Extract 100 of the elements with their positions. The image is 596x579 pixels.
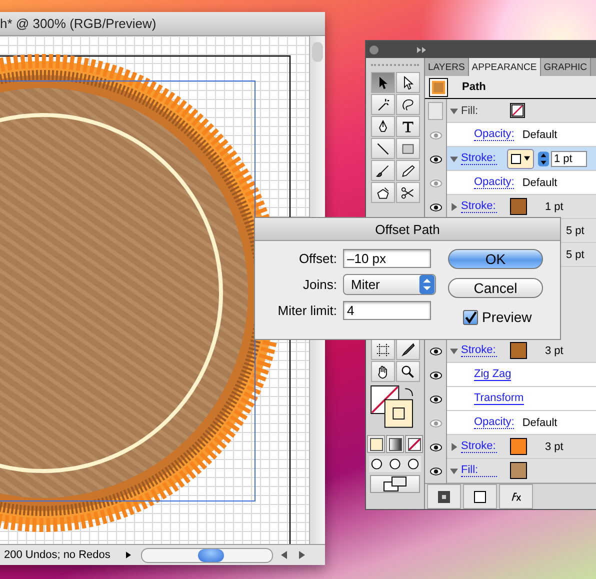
eye-icon[interactable] [430, 370, 442, 380]
appearance-row[interactable]: Opacity: Default [425, 411, 596, 435]
caret-icon[interactable] [524, 156, 530, 161]
stroke-fill-button[interactable] [427, 484, 461, 509]
attribute-label[interactable]: Stroke: [461, 200, 497, 213]
none-mode-icon[interactable] [405, 435, 423, 453]
gradient-mode-icon[interactable] [386, 435, 404, 453]
appearance-row[interactable]: Opacity: Default [425, 123, 596, 147]
tool-button[interactable] [370, 339, 394, 360]
eye-icon[interactable] [430, 154, 442, 164]
tool-button[interactable] [396, 72, 420, 93]
appearance-row[interactable]: Fill: [425, 99, 596, 123]
eye-icon[interactable] [430, 466, 442, 476]
appearance-row[interactable]: Stroke: 3 pt [425, 435, 596, 459]
stroke-weight-value: 1 pt [545, 200, 564, 212]
lasso-icon [400, 98, 414, 112]
stepper-icon[interactable] [538, 150, 549, 166]
scissors-icon [400, 186, 414, 200]
panel-tab[interactable]: APPEARANCE [468, 58, 541, 76]
attribute-label[interactable]: Stroke: [461, 152, 497, 165]
tool-button[interactable] [370, 72, 394, 93]
no-color-swatch[interactable] [510, 103, 525, 118]
dialog-button[interactable]: Cancel [448, 278, 543, 298]
stroke-weight-value: 3 pt [545, 440, 564, 452]
tool-button[interactable] [396, 138, 420, 159]
tool-button[interactable] [396, 361, 420, 382]
appearance-row[interactable]: Transform [425, 387, 596, 411]
appearance-row[interactable]: Zig Zag [425, 363, 596, 387]
input-field[interactable]: –10 px [343, 249, 431, 268]
effect-link[interactable]: Transform [474, 392, 524, 405]
stroke-weight-value: 5 pt [566, 224, 584, 236]
screen-mode-icon[interactable] [370, 475, 420, 493]
effects-button[interactable] [499, 484, 533, 509]
appearance-row[interactable]: Stroke: 1 pt [425, 147, 596, 171]
eye-icon[interactable] [430, 346, 442, 356]
scroll-arrows-icon[interactable] [281, 551, 305, 559]
appearance-row[interactable]: Opacity: Default [425, 171, 596, 195]
dialog-title: Offset Path [375, 222, 440, 236]
panel-tab[interactable]: LAYERS [425, 58, 469, 76]
expanded-triangle-icon[interactable] [450, 346, 458, 354]
stroke-weight-value: 3 pt [545, 344, 564, 356]
status-menu-triangle-icon[interactable] [126, 551, 131, 559]
tool-button[interactable] [396, 116, 420, 137]
tool-button[interactable] [396, 339, 420, 360]
preview-checkbox[interactable] [463, 310, 478, 324]
tool-button[interactable] [370, 138, 394, 159]
horizontal-scrollbar[interactable] [141, 548, 273, 562]
opacity-value: Default [522, 416, 558, 428]
close-icon[interactable] [369, 44, 379, 54]
color-swatch[interactable] [510, 198, 527, 215]
stroke-color-dropdown[interactable] [507, 148, 534, 168]
dropdown[interactable]: Miter [343, 274, 436, 295]
effect-link[interactable]: Zig Zag [474, 368, 512, 381]
attribute-label[interactable]: Fill: [461, 464, 497, 477]
tool-button[interactable] [396, 182, 420, 203]
dialog-button[interactable]: OK [448, 249, 543, 269]
expanded-triangle-icon[interactable] [450, 154, 458, 162]
appearance-row[interactable]: Stroke: 1 pt [425, 195, 596, 219]
tool-button[interactable] [396, 160, 420, 181]
new-item-button[interactable] [463, 484, 497, 509]
expanded-triangle-icon[interactable] [450, 466, 458, 474]
color-swatch[interactable] [510, 342, 527, 359]
tool-button[interactable] [370, 160, 394, 181]
tool-button[interactable] [396, 94, 420, 115]
artboard-icon [376, 342, 390, 356]
tool-button[interactable] [370, 182, 394, 203]
eye-icon[interactable] [430, 442, 442, 452]
rect-icon [400, 142, 414, 156]
color-mode-icon[interactable] [367, 435, 385, 453]
collapsed-triangle-icon[interactable] [450, 202, 458, 210]
field-label: Joins: [302, 277, 337, 292]
tool-button[interactable] [370, 94, 394, 115]
expanded-triangle-icon[interactable] [450, 106, 458, 114]
brush-icon [376, 164, 390, 178]
opacity-link[interactable]: Opacity: [474, 176, 514, 189]
color-swatch[interactable] [510, 438, 527, 455]
visibility-toggle[interactable] [428, 102, 443, 120]
tool-button[interactable] [370, 116, 394, 137]
field-label: Miter limit: [276, 303, 337, 318]
eye-icon[interactable] [430, 394, 442, 404]
fx-icon [510, 490, 522, 502]
opacity-link[interactable]: Opacity: [474, 416, 514, 429]
attribute-label[interactable]: Fill: [461, 104, 497, 116]
collapse-icon[interactable] [417, 46, 427, 52]
stroke-weight-field[interactable]: 1 pt [551, 150, 587, 166]
appearance-row[interactable]: Stroke: 3 pt [425, 339, 596, 363]
tool-button[interactable] [370, 361, 394, 382]
collapsed-triangle-icon[interactable] [450, 442, 458, 450]
appearance-row[interactable]: Fill: [425, 459, 596, 483]
panel-tab[interactable]: GRAPHIC [540, 58, 592, 76]
field-label: Offset: [298, 251, 337, 266]
input-field[interactable]: 4 [343, 301, 431, 320]
target-name: Path [462, 81, 486, 93]
wand-icon [376, 98, 390, 112]
color-swatch[interactable] [510, 462, 527, 479]
eye-icon[interactable] [430, 202, 442, 212]
draw-modes-icon[interactable] [369, 456, 421, 472]
opacity-link[interactable]: Opacity: [474, 128, 514, 141]
attribute-label[interactable]: Stroke: [461, 440, 497, 453]
attribute-label[interactable]: Stroke: [461, 344, 497, 357]
